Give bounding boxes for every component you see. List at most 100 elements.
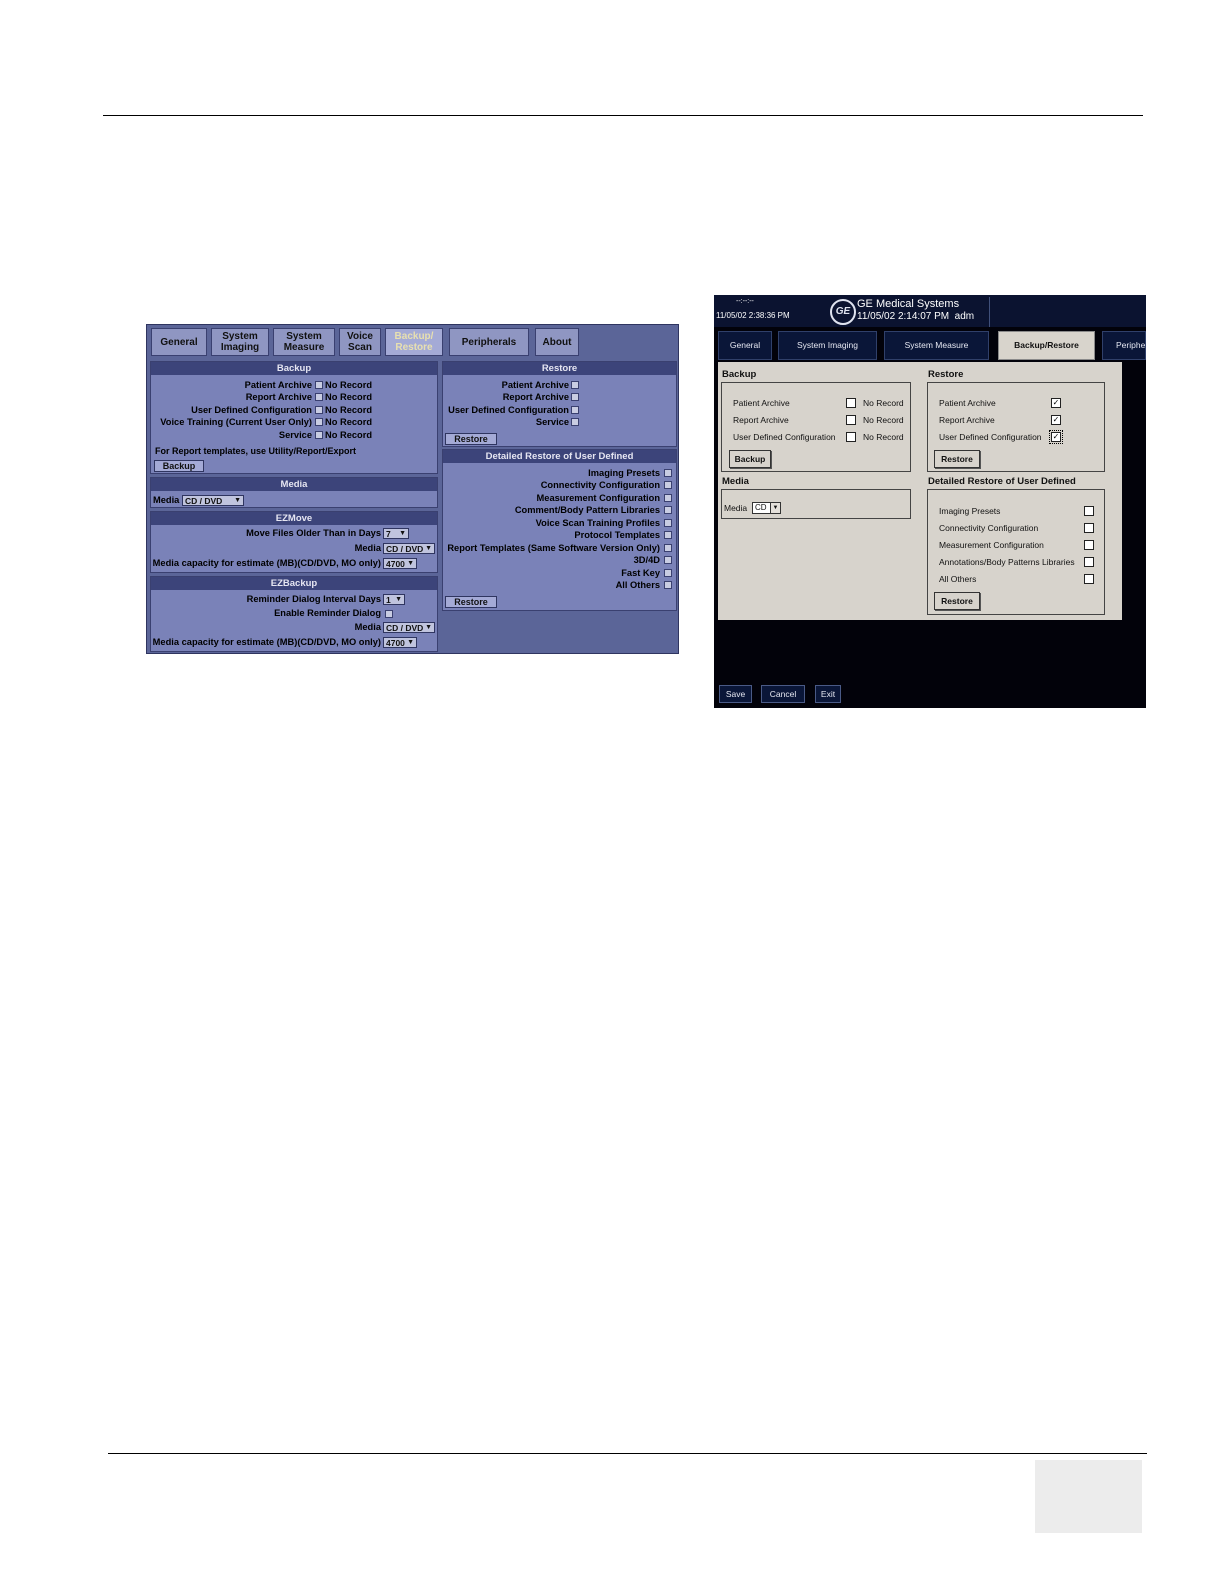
tab-voice-scan[interactable]: Voice Scan [339,328,381,356]
backup-checkbox[interactable] [846,415,856,425]
detailed-checkbox[interactable] [1084,506,1094,516]
ezbackup-interval-select[interactable]: 1 ▼ [383,594,405,605]
backup-item-label: Report Archive [733,415,789,425]
tab-system-measure[interactable]: System Measure [273,328,335,356]
detailed-item-label: Imaging Presets [939,506,1001,516]
detailed-restore-button[interactable]: Restore [445,596,497,608]
ezmove-capacity-select[interactable]: 4700 ▼ [383,558,417,569]
detailed-checkbox[interactable] [1084,523,1094,533]
restore-button[interactable]: Restore [934,450,980,468]
ezbackup-media-select[interactable]: CD / DVD ▼ [383,622,435,633]
backup-checkbox[interactable] [315,431,323,439]
detailed-item-label: Measurement Configuration [536,493,660,503]
tab-system-imaging[interactable]: System Imaging [211,328,269,356]
header-divider [989,297,990,327]
backup-checkbox[interactable] [315,418,323,426]
backup-checkbox[interactable] [315,393,323,401]
backup-status: No Record [325,430,373,440]
detailed-checkbox[interactable] [664,481,672,489]
backup-checkbox[interactable] [315,406,323,414]
restore-checkbox[interactable] [571,393,579,401]
backup-item-label: Service [278,430,312,440]
restore-checkbox[interactable]: ✓ [1049,430,1063,444]
backup-panel: Backup Patient Archive No Record Report A… [150,361,438,474]
save-button[interactable]: Save [719,685,752,703]
media-label: Media [724,503,748,513]
ge-backup-restore-screen: --:--:-- 11/05/02 2:38:36 PM GE GE Medic… [714,295,1146,708]
detailed-checkbox[interactable] [664,556,672,564]
ge-logo-icon: GE [830,299,856,325]
backup-group: Patient Archive No Record Report Archive… [721,382,911,472]
restore-item-label: Report Archive [939,415,995,425]
ezmove-media-label: Media [354,543,381,553]
restore-checkbox[interactable]: ✓ [1051,415,1061,425]
small-clock-top: --:--:-- [736,298,754,305]
tab-system-measure[interactable]: System Measure [884,331,989,360]
cancel-button[interactable]: Cancel [761,685,805,703]
detailed-checkbox[interactable] [664,531,672,539]
restore-item-label: Service [535,417,569,427]
backup-status: No Record [863,415,904,425]
detailed-checkbox[interactable] [664,494,672,502]
backup-checkbox[interactable] [846,432,856,442]
top-rule [103,115,1143,116]
restore-checkbox[interactable] [571,381,579,389]
detailed-checkbox[interactable] [664,469,672,477]
detailed-checkbox[interactable] [664,569,672,577]
backup-button[interactable]: Backup [729,450,771,468]
ezmove-days-select[interactable]: 7 ▼ [383,528,409,539]
restore-button[interactable]: Restore [445,433,497,445]
detailed-item-label: Measurement Configuration [939,540,1044,550]
header-datetime: 11/05/02 2:14:07 PM [857,311,950,322]
detailed-checkbox[interactable] [1084,557,1094,567]
ezmove-media-select[interactable]: CD / DVD ▼ [383,543,435,554]
detailed-item-label: Annotations/Body Patterns Libraries [939,557,1075,567]
ezbackup-enable-checkbox[interactable] [385,610,393,618]
title-bar: --:--:-- 11/05/02 2:38:36 PM GE GE Medic… [714,295,1146,327]
ezbackup-capacity-select[interactable]: 4700 ▼ [383,637,417,648]
tab-general[interactable]: General [718,331,772,360]
restore-checkbox[interactable] [571,418,579,426]
ezbackup-panel: EZBackup Reminder Dialog Interval Days 1 ▼… [150,576,438,652]
backup-button[interactable]: Backup [154,460,204,472]
restore-title: Restore [443,362,676,375]
backup-status: No Record [325,417,373,427]
bottom-rule [108,1453,1147,1454]
detailed-checkbox[interactable] [664,519,672,527]
detailed-item-label: Protocol Templates [574,530,660,540]
tab-peripherals[interactable]: Periphe [1102,331,1146,360]
detailed-item-label: 3D/4D [633,555,660,565]
ezbackup-enable-label: Enable Reminder Dialog [274,608,381,618]
backup-item-label: User Defined Configuration [191,405,312,415]
restore-item-label: User Defined Configuration [939,432,1042,442]
tab-general[interactable]: General [151,328,207,356]
backup-item-label: Patient Archive [733,398,790,408]
restore-item-label: Patient Archive [501,380,569,390]
detailed-item-label: Imaging Presets [588,468,660,478]
media-select[interactable]: CD / DVD ▼ [182,495,244,506]
detailed-checkbox[interactable] [1084,574,1094,584]
detailed-item-label: All Others [615,580,660,590]
backup-checkbox[interactable] [315,381,323,389]
restore-checkbox[interactable]: ✓ [1051,398,1061,408]
tab-system-imaging[interactable]: System Imaging [778,331,877,360]
detailed-restore-title: Detailed Restore of User Defined [443,450,676,463]
exit-button[interactable]: Exit [815,685,841,703]
detailed-checkbox[interactable] [664,581,672,589]
backup-status: No Record [325,380,373,390]
ezbackup-title: EZBackup [151,577,437,590]
detailed-checkbox[interactable] [664,506,672,514]
detailed-restore-button[interactable]: Restore [934,592,980,610]
tab-backup-restore[interactable]: Backup/ Restore [385,328,443,356]
backup-note: For Report templates, use Utility/Report… [155,446,357,456]
tab-peripherals[interactable]: Peripherals [449,328,529,356]
ezmove-capacity-label: Media capacity for estimate (MB)(CD/DVD,… [152,558,381,568]
tab-about[interactable]: About [535,328,579,356]
media-title: Media [151,478,437,491]
backup-checkbox[interactable] [846,398,856,408]
restore-checkbox[interactable] [571,406,579,414]
detailed-checkbox[interactable] [1084,540,1094,550]
tab-backup-restore[interactable]: Backup/Restore [998,331,1095,360]
detailed-checkbox[interactable] [664,544,672,552]
media-select[interactable]: CD ▼ [752,502,781,514]
